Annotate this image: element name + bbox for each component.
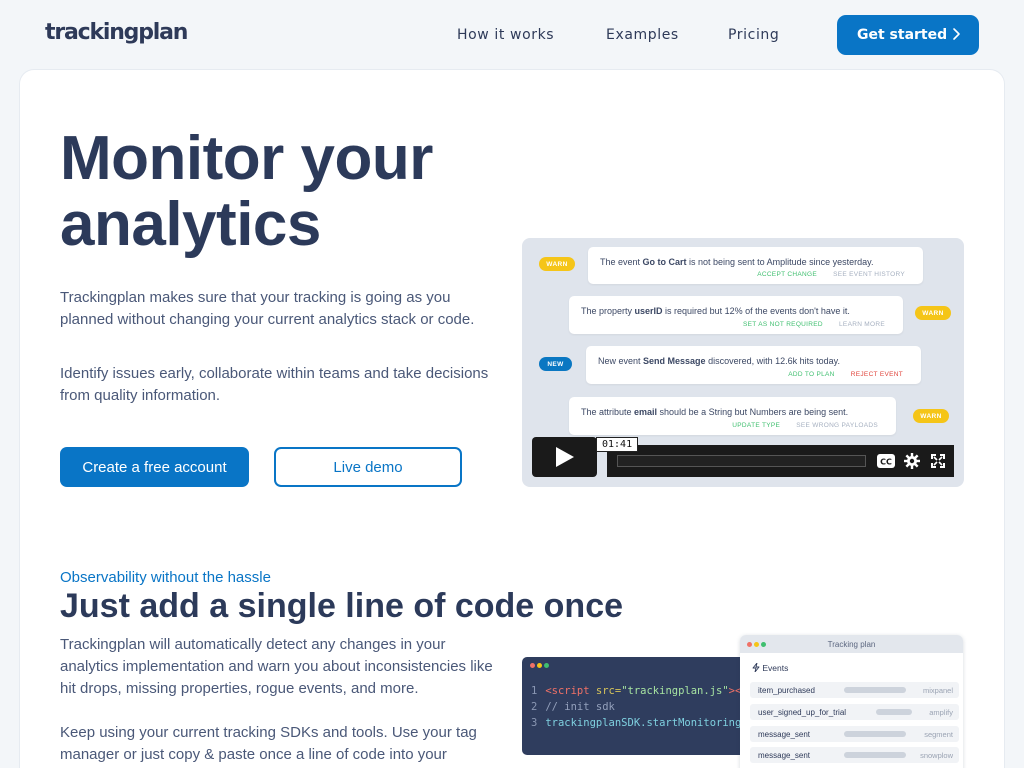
- section-eyebrow: Observability without the hassle: [60, 569, 271, 586]
- update-type-link[interactable]: UPDATE TYPE: [732, 422, 780, 429]
- reject-event-link[interactable]: REJECT EVENT: [851, 371, 903, 378]
- site-header: trackingplan How it works Examples Prici…: [0, 0, 1024, 70]
- event-destination: segment: [924, 730, 953, 739]
- event-row[interactable]: user_signed_up_for_trial amplify: [750, 704, 959, 720]
- see-wrong-payloads-link[interactable]: SEE WRONG PAYLOADS: [796, 422, 878, 429]
- code-line: 2// init sdk: [531, 701, 615, 713]
- add-to-plan-link[interactable]: ADD TO PLAN: [788, 371, 834, 378]
- event-destination: amplify: [929, 708, 953, 717]
- code-line: 1<script src="trackingplan.js"></s: [531, 685, 754, 697]
- event-hits-bar: [876, 709, 912, 715]
- chevron-right-icon: [953, 28, 960, 40]
- window-dot-green: [544, 663, 549, 668]
- svg-text:CC: CC: [880, 458, 892, 467]
- create-account-button[interactable]: Create a free account: [60, 447, 249, 487]
- notification-actions: UPDATE TYPE SEE WRONG PAYLOADS: [718, 422, 878, 429]
- settings-gear-icon[interactable]: [904, 453, 920, 469]
- progress-bar[interactable]: [617, 455, 866, 467]
- player-controls: CC: [607, 445, 954, 477]
- hero-title: Monitor your analytics: [60, 124, 433, 259]
- nav-examples[interactable]: Examples: [606, 27, 679, 43]
- tracking-plan-titlebar: Tracking plan: [740, 635, 963, 653]
- get-started-label: Get started: [857, 27, 948, 43]
- fullscreen-icon[interactable]: [930, 453, 946, 469]
- hero-paragraph-1: Trackingplan makes sure that your tracki…: [60, 289, 475, 328]
- window-dot-red: [530, 663, 535, 668]
- section-title: Just add a single line of code once: [60, 587, 624, 625]
- event-destination: mixpanel: [922, 686, 953, 695]
- event-row[interactable]: message_sent snowplow: [750, 747, 959, 763]
- notification-actions: ADD TO PLAN REJECT EVENT: [774, 371, 903, 378]
- notification-card: The property userID is required but 12% …: [569, 296, 903, 334]
- accept-change-link[interactable]: ACCEPT CHANGE: [757, 271, 817, 278]
- tracking-plan-title: Tracking plan: [827, 640, 876, 649]
- see-event-history-link[interactable]: SEE EVENT HISTORY: [833, 271, 905, 278]
- warn-badge: WARN: [539, 257, 575, 271]
- event-name: user_signed_up_for_trial: [758, 708, 847, 717]
- warn-badge: WARN: [913, 409, 949, 423]
- notification-card: The event Go to Cart is not being sent t…: [588, 247, 923, 284]
- notification-actions: ACCEPT CHANGE SEE EVENT HISTORY: [743, 271, 905, 278]
- event-hits-bar: [844, 731, 906, 737]
- warn-badge: WARN: [915, 306, 951, 320]
- event-hits-bar: [844, 687, 906, 693]
- notification-message: The attribute email should be a String b…: [581, 407, 849, 417]
- nav-pricing[interactable]: Pricing: [728, 27, 779, 43]
- window-dot-yellow: [537, 663, 542, 668]
- live-demo-button[interactable]: Live demo: [274, 447, 462, 487]
- notification-message: The event Go to Cart is not being sent t…: [600, 257, 874, 267]
- event-name: message_sent: [758, 751, 811, 760]
- set-not-required-link[interactable]: SET AS NOT REQUIRED: [743, 321, 823, 328]
- notification-card: New event Send Message discovered, with …: [586, 346, 921, 384]
- event-hits-bar: [844, 752, 906, 758]
- hero-paragraph-2: Identify issues early, collaborate withi…: [60, 365, 489, 404]
- code-line: 3 trackingplanSDK.startMonitoring(): [531, 717, 754, 729]
- events-header: Events: [752, 662, 788, 673]
- lightning-icon: [752, 662, 760, 673]
- section-paragraph-2: Keep using your current tracking SDKs an…: [60, 724, 477, 763]
- play-button[interactable]: [532, 437, 597, 477]
- closed-captions-icon[interactable]: CC: [876, 453, 896, 469]
- event-name: item_purchased: [758, 686, 815, 695]
- section-paragraph-1: Trackingplan will automatically detect a…: [60, 636, 493, 697]
- event-destination: snowplow: [920, 751, 953, 760]
- learn-more-link[interactable]: LEARN MORE: [839, 321, 885, 328]
- new-badge: NEW: [539, 357, 572, 371]
- get-started-button[interactable]: Get started: [837, 15, 979, 55]
- notification-message: New event Send Message discovered, with …: [598, 356, 840, 366]
- notification-message: The property userID is required but 12% …: [581, 306, 850, 316]
- play-icon: [556, 447, 574, 467]
- logo[interactable]: trackingplan: [45, 20, 188, 45]
- tracking-plan-panel: Tracking plan Events item_purchased mixp…: [740, 635, 963, 768]
- code-snippet-window: 1<script src="trackingplan.js"></s 2// i…: [522, 657, 767, 755]
- video-player[interactable]: WARN The event Go to Cart is not being s…: [522, 238, 964, 487]
- notification-actions: SET AS NOT REQUIRED LEARN MORE: [729, 321, 885, 328]
- event-name: message_sent: [758, 730, 811, 739]
- notification-card: The attribute email should be a String b…: [569, 397, 896, 435]
- event-row[interactable]: item_purchased mixpanel: [750, 682, 959, 698]
- event-row[interactable]: message_sent segment: [750, 726, 959, 742]
- nav-how-it-works[interactable]: How it works: [457, 27, 554, 43]
- video-timecode: 01:41: [596, 437, 639, 452]
